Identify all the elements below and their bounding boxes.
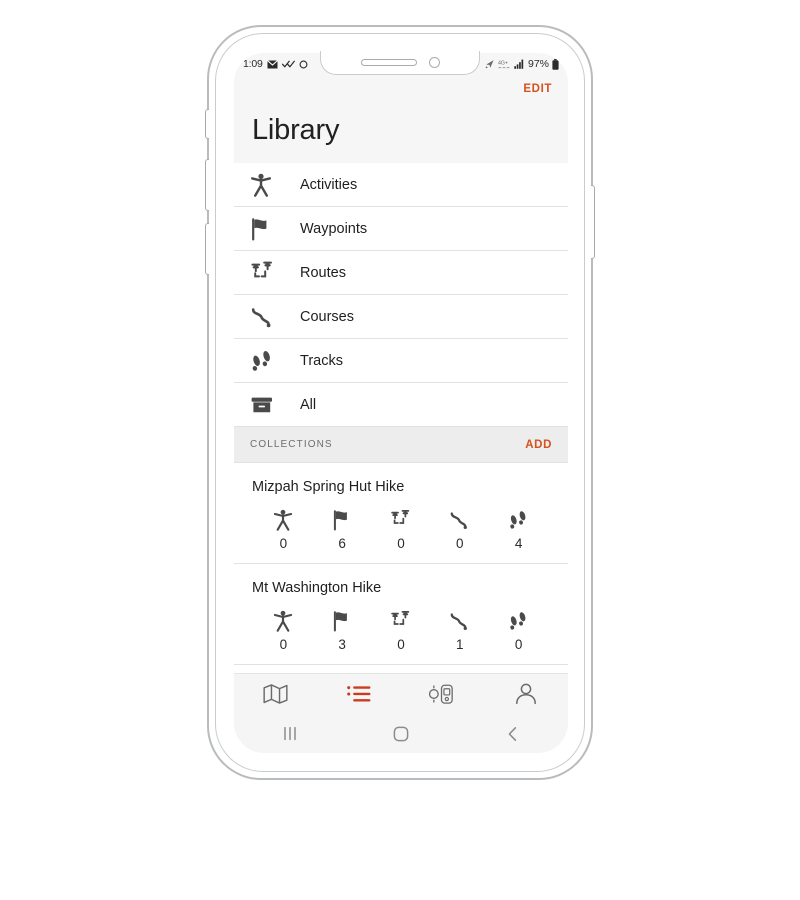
stat-activities: 0: [260, 507, 306, 551]
collection-stats: 0 3 0 1 0: [248, 608, 554, 652]
add-collection-button[interactable]: ADD: [525, 439, 552, 451]
stat-tracks: 0: [496, 608, 542, 652]
location-icon: [485, 60, 494, 69]
stat-value: 0: [456, 536, 464, 551]
android-nav-bar: [234, 719, 568, 753]
map-icon: [263, 683, 288, 710]
course-path-icon: [449, 507, 470, 531]
collection-title: Mizpah Spring Hut Hike: [252, 479, 405, 495]
volume-up-button[interactable]: [205, 159, 209, 211]
footprints-icon: [250, 349, 280, 373]
back-button[interactable]: [457, 726, 568, 747]
recents-button[interactable]: [234, 726, 345, 746]
archive-box-icon: [250, 394, 280, 416]
nav-row-label: Waypoints: [300, 220, 368, 237]
nav-row-all[interactable]: All: [234, 383, 568, 427]
course-path-icon: [250, 305, 280, 329]
library-content: Activities Waypoints Routes Courses Trac…: [234, 163, 568, 673]
list-icon: [346, 684, 372, 709]
footprints-icon: [508, 507, 529, 531]
earpiece-speaker-icon: [360, 59, 417, 66]
phone-frame: 1:09 4G+ 97% EDIT Library Activities Way…: [205, 25, 595, 780]
route-pins-icon: [250, 261, 280, 285]
nav-row-label: Routes: [300, 264, 346, 281]
stat-value: 3: [338, 637, 346, 652]
collections-section-header: COLLECTIONS ADD: [234, 427, 568, 463]
stat-waypoints: 6: [319, 507, 365, 551]
stat-activities: 0: [260, 608, 306, 652]
collection-stats: 0 6 0 0 4: [248, 507, 554, 551]
activity-person-icon: [273, 608, 293, 632]
collections-label: COLLECTIONS: [250, 439, 333, 450]
svg-text:4G+: 4G+: [498, 60, 508, 66]
stat-courses: 0: [437, 507, 483, 551]
tab-map[interactable]: [234, 674, 318, 719]
front-camera-icon: [428, 57, 440, 68]
nav-row-label: Tracks: [300, 352, 343, 369]
nav-row-waypoints[interactable]: Waypoints: [234, 207, 568, 251]
page-title: Library: [252, 114, 340, 146]
devices-icon: [428, 682, 457, 711]
recents-icon: [282, 726, 298, 746]
route-pins-icon: [390, 507, 411, 531]
nav-row-activities[interactable]: Activities: [234, 163, 568, 207]
network-4g-icon: 4G+: [498, 60, 510, 69]
tab-profile[interactable]: [485, 674, 569, 719]
person-icon: [514, 682, 538, 711]
home-button[interactable]: [345, 726, 456, 747]
collection-card[interactable]: Mizpah Spring Hut Hike 0 6 0 0 4: [234, 463, 568, 564]
activity-person-icon: [273, 507, 293, 531]
nav-row-courses[interactable]: Courses: [234, 295, 568, 339]
stat-waypoints: 3: [319, 608, 365, 652]
stat-value: 0: [514, 637, 523, 652]
home-icon: [393, 726, 409, 747]
nav-row-routes[interactable]: Routes: [234, 251, 568, 295]
status-bar-right: 4G+ 97%: [485, 58, 559, 70]
status-bar-clock: 1:09: [243, 58, 263, 70]
stat-value: 0: [279, 637, 288, 652]
stat-value: 0: [397, 536, 405, 551]
course-path-icon: [449, 608, 470, 632]
tab-devices[interactable]: [401, 674, 485, 719]
route-pins-icon: [390, 608, 411, 632]
stat-courses: 1: [437, 608, 483, 652]
silent-switch-button[interactable]: [205, 109, 209, 139]
stat-value: 1: [456, 637, 464, 652]
mail-icon: [266, 59, 278, 68]
volume-down-button[interactable]: [205, 223, 209, 275]
nav-row-label: All: [300, 396, 317, 413]
phone-notch: [320, 51, 480, 75]
signal-bars-icon: [514, 59, 524, 69]
tab-library[interactable]: [318, 674, 402, 719]
battery-percent-label: 97%: [527, 58, 549, 70]
stat-routes: 0: [378, 507, 424, 551]
back-icon: [506, 726, 519, 747]
collection-title: Mt Washington Hike: [252, 580, 382, 596]
phone-screen: 1:09 4G+ 97% EDIT Library Activities Way…: [234, 53, 568, 753]
nav-row-tracks[interactable]: Tracks: [234, 339, 568, 383]
bottom-tab-bar: [234, 673, 568, 719]
edit-button[interactable]: EDIT: [523, 83, 552, 95]
double-check-icon: [281, 60, 295, 68]
nav-row-label: Courses: [300, 308, 354, 325]
stat-value: 0: [397, 637, 405, 652]
battery-full-icon: [552, 58, 559, 70]
stat-value: 4: [514, 536, 523, 551]
nav-row-label: Activities: [300, 176, 358, 193]
footprints-icon: [508, 608, 529, 632]
flag-icon: [332, 507, 352, 531]
power-button[interactable]: [591, 185, 595, 259]
status-bar-left: 1:09: [243, 58, 308, 70]
flag-icon: [332, 608, 352, 632]
stat-tracks: 4: [496, 507, 542, 551]
stat-value: 0: [279, 536, 288, 551]
flag-icon: [250, 217, 280, 241]
activity-person-icon: [250, 173, 280, 197]
collection-card[interactable]: Mt Washington Hike 0 3 0 1 0: [234, 564, 568, 665]
stat-value: 6: [338, 536, 346, 551]
sync-circle-icon: [299, 60, 308, 68]
stat-routes: 0: [378, 608, 424, 652]
app-header: EDIT Library: [234, 75, 568, 163]
